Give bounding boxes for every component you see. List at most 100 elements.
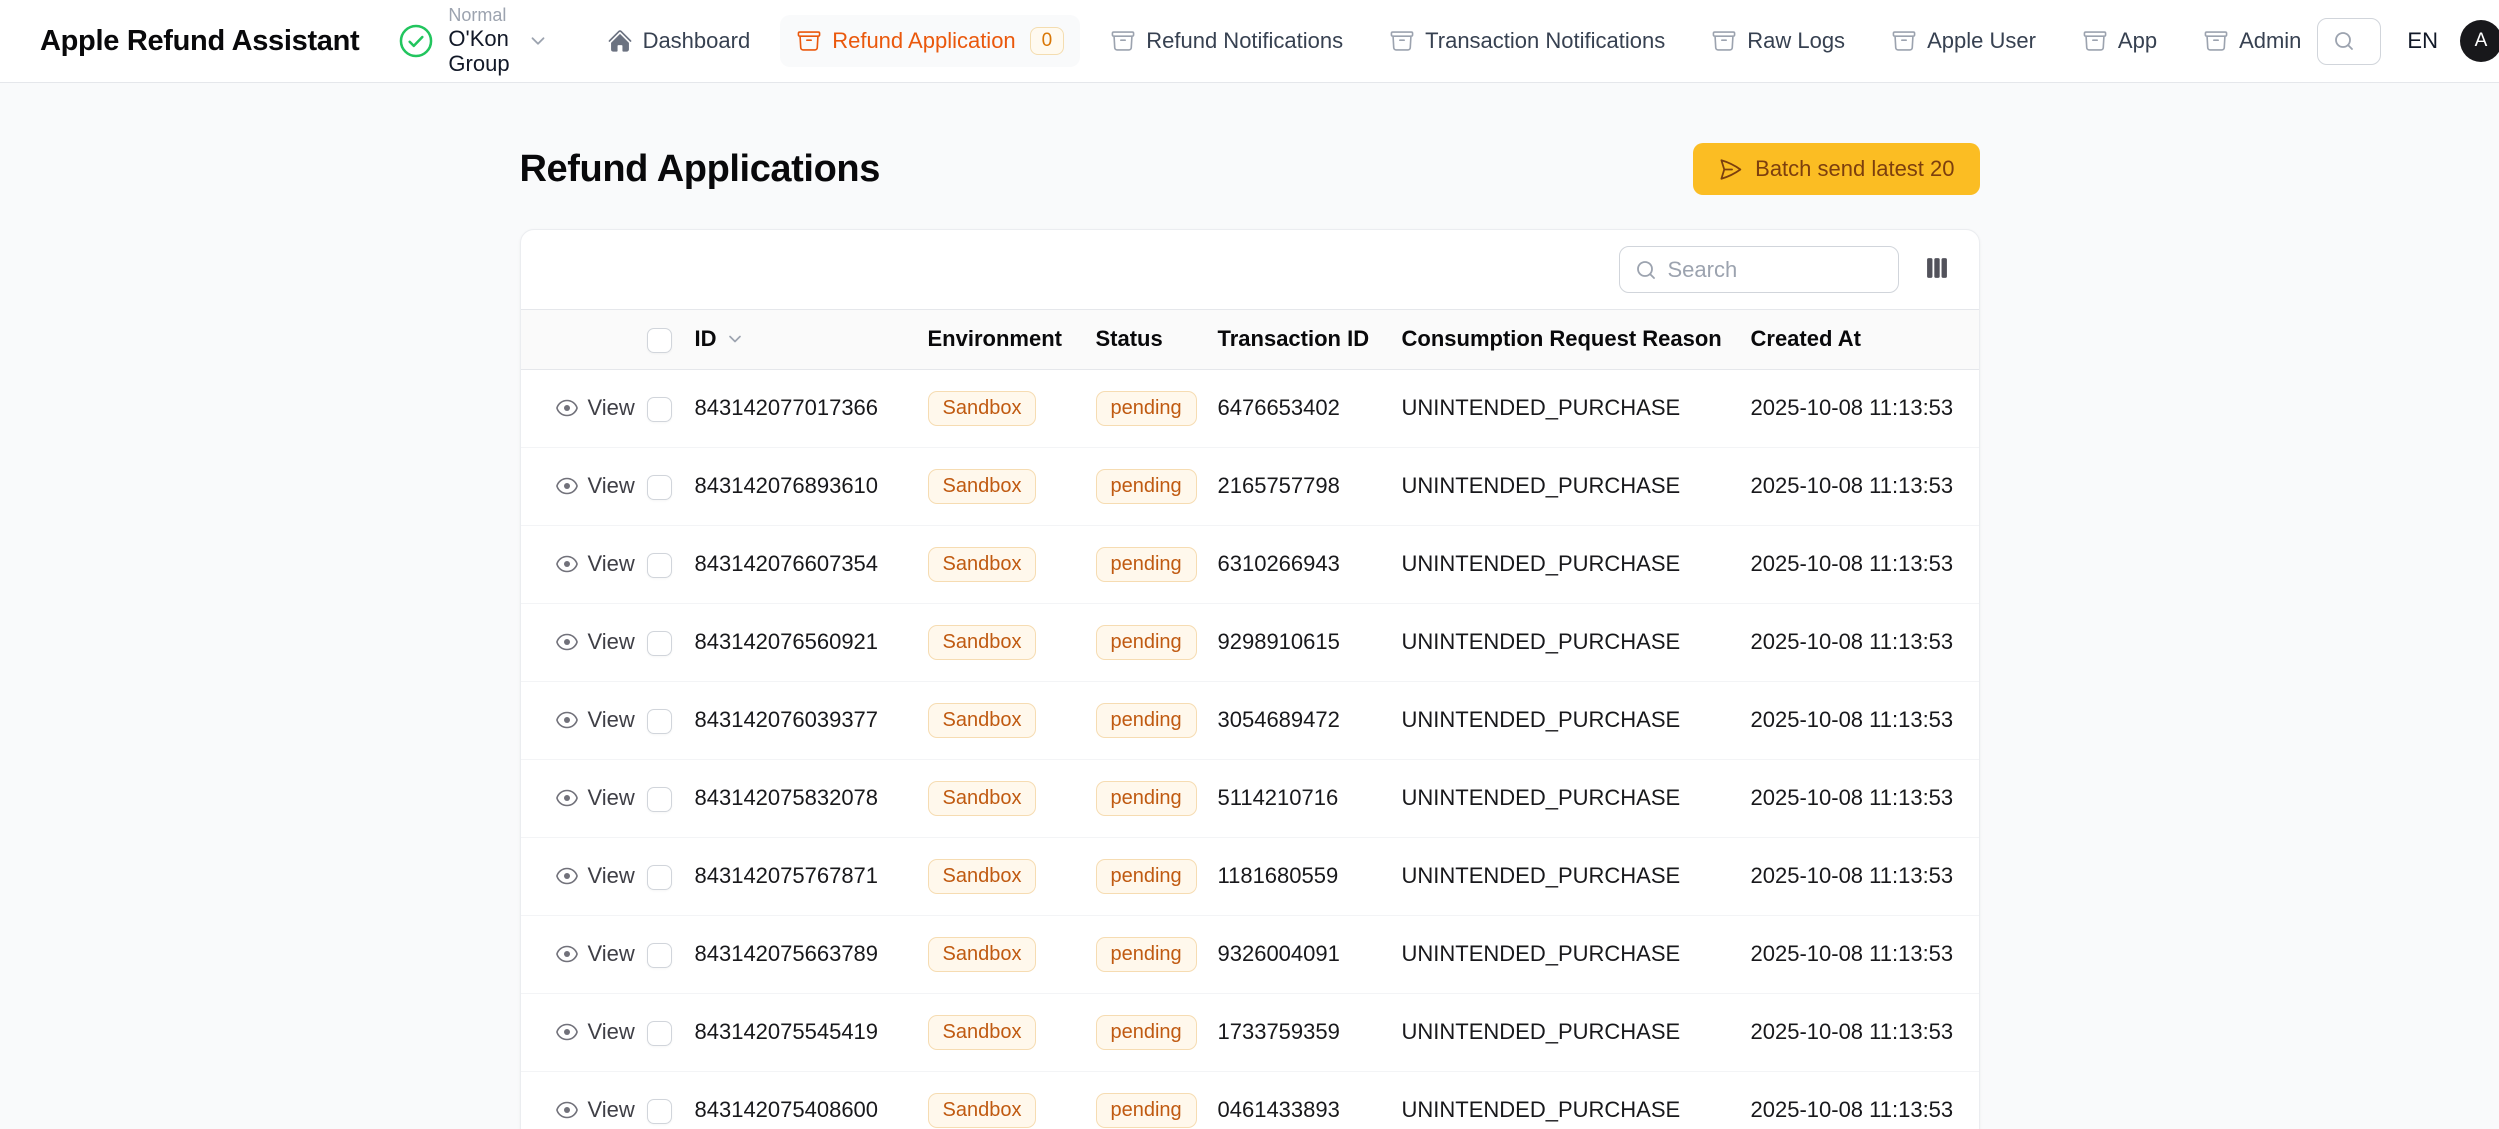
environment-badge: Sandbox: [928, 781, 1037, 816]
row-checkbox[interactable]: [647, 709, 672, 734]
row-actions-cell: View: [521, 915, 639, 993]
search-icon: [1634, 258, 1658, 282]
view-button[interactable]: View: [555, 395, 631, 421]
reason-cell: UNINTENDED_PURCHASE: [1394, 915, 1743, 993]
brand-title: Apple Refund Assistant: [40, 25, 359, 58]
view-button[interactable]: View: [555, 1019, 631, 1045]
status-column-header: Status: [1088, 310, 1210, 369]
reason-cell: UNINTENDED_PURCHASE: [1394, 603, 1743, 681]
eye-icon: [555, 630, 579, 654]
status-check-icon: [397, 22, 435, 60]
row-select-cell: [639, 1071, 687, 1129]
view-label: View: [588, 1019, 635, 1045]
select-all-column-header: [639, 310, 687, 369]
row-select-cell: [639, 525, 687, 603]
id-cell: 843142076039377: [687, 681, 920, 759]
row-select-cell: [639, 759, 687, 837]
status-cell: pending: [1088, 759, 1210, 837]
environment-badge: Sandbox: [928, 1015, 1037, 1050]
view-button[interactable]: View: [555, 941, 631, 967]
eye-icon: [555, 1020, 579, 1044]
eye-icon: [555, 864, 579, 888]
tenant-texts: Normal O'Kon Group: [448, 5, 509, 76]
batch-send-button[interactable]: Batch send latest 20: [1693, 143, 1979, 195]
status-badge: pending: [1096, 781, 1197, 816]
nav-item[interactable]: Dashboard: [591, 16, 767, 66]
view-button[interactable]: View: [555, 473, 631, 499]
row-checkbox[interactable]: [647, 553, 672, 578]
id-cell: 843142075832078: [687, 759, 920, 837]
avatar[interactable]: A: [2460, 20, 2499, 62]
view-button[interactable]: View: [555, 707, 631, 733]
row-select-cell: [639, 369, 687, 447]
row-checkbox[interactable]: [647, 397, 672, 422]
status-badge: pending: [1096, 547, 1197, 582]
nav-item[interactable]: Raw Logs: [1695, 16, 1861, 66]
transaction-id-cell: 9298910615: [1210, 603, 1394, 681]
row-checkbox[interactable]: [647, 865, 672, 890]
transaction-id-cell: 5114210716: [1210, 759, 1394, 837]
row-checkbox[interactable]: [647, 475, 672, 500]
transaction-id-column-header: Transaction ID: [1210, 310, 1394, 369]
environment-cell: Sandbox: [920, 681, 1088, 759]
status-cell: pending: [1088, 993, 1210, 1071]
id-cell: 843142075408600: [687, 1071, 920, 1129]
view-button[interactable]: View: [555, 551, 631, 577]
tenant-status-label: Normal: [448, 5, 509, 26]
view-button[interactable]: View: [555, 785, 631, 811]
nav-item[interactable]: Admin: [2187, 16, 2317, 66]
created-at-cell: 2025-10-08 11:13:53: [1743, 447, 1980, 525]
eye-icon: [555, 1098, 579, 1122]
row-checkbox[interactable]: [647, 787, 672, 812]
nav-item[interactable]: Apple User: [1875, 16, 2052, 66]
table-search: [1619, 246, 1899, 293]
eye-icon: [555, 708, 579, 732]
status-badge: pending: [1096, 391, 1197, 426]
environment-column-header: Environment: [920, 310, 1088, 369]
view-button[interactable]: View: [555, 1097, 631, 1123]
table-row: View 843142076607354 Sandbox pending: [521, 525, 1980, 603]
view-button[interactable]: View: [555, 863, 631, 889]
nav-item-label: App: [2118, 28, 2157, 54]
transaction-id-cell: 6476653402: [1210, 369, 1394, 447]
language-switcher[interactable]: EN: [2407, 28, 2438, 54]
table-search-input[interactable]: [1668, 257, 1884, 283]
status-cell: pending: [1088, 603, 1210, 681]
row-checkbox[interactable]: [647, 1021, 672, 1046]
environment-cell: Sandbox: [920, 993, 1088, 1071]
row-checkbox[interactable]: [647, 943, 672, 968]
nav-item[interactable]: Refund Notifications: [1094, 16, 1359, 66]
reason-cell: UNINTENDED_PURCHASE: [1394, 993, 1743, 1071]
nav-item[interactable]: App: [2066, 16, 2173, 66]
id-cell: 843142075545419: [687, 993, 920, 1071]
environment-cell: Sandbox: [920, 525, 1088, 603]
reason-column-header: Consumption Request Reason: [1394, 310, 1743, 369]
row-select-cell: [639, 837, 687, 915]
status-badge: pending: [1096, 703, 1197, 738]
row-actions-cell: View: [521, 525, 639, 603]
id-column-header[interactable]: ID: [687, 310, 920, 369]
reason-cell: UNINTENDED_PURCHASE: [1394, 447, 1743, 525]
environment-badge: Sandbox: [928, 469, 1037, 504]
select-all-checkbox[interactable]: [647, 328, 672, 353]
table-row: View 843142077017366 Sandbox pending: [521, 369, 1980, 447]
transaction-id-cell: 0461433893: [1210, 1071, 1394, 1129]
columns-icon: [1923, 254, 1951, 285]
table-row: View 843142075663789 Sandbox pending: [521, 915, 1980, 993]
page-head: Refund Applications Batch send latest 20: [520, 143, 1980, 195]
row-actions-cell: View: [521, 681, 639, 759]
row-checkbox[interactable]: [647, 1099, 672, 1124]
nav-item[interactable]: Refund Application 0: [780, 15, 1080, 67]
sort-chevron-icon: [725, 329, 745, 349]
nav-item-label: Transaction Notifications: [1425, 28, 1665, 54]
tenant-switcher[interactable]: Normal O'Kon Group: [397, 5, 548, 76]
view-button[interactable]: View: [555, 629, 631, 655]
environment-cell: Sandbox: [920, 447, 1088, 525]
nav-item[interactable]: Transaction Notifications: [1373, 16, 1681, 66]
toggle-columns-button[interactable]: [1919, 250, 1955, 289]
reason-cell: UNINTENDED_PURCHASE: [1394, 525, 1743, 603]
archive-box-icon: [2203, 28, 2229, 54]
home-icon: [607, 28, 633, 54]
row-checkbox[interactable]: [647, 631, 672, 656]
eye-icon: [555, 396, 579, 420]
